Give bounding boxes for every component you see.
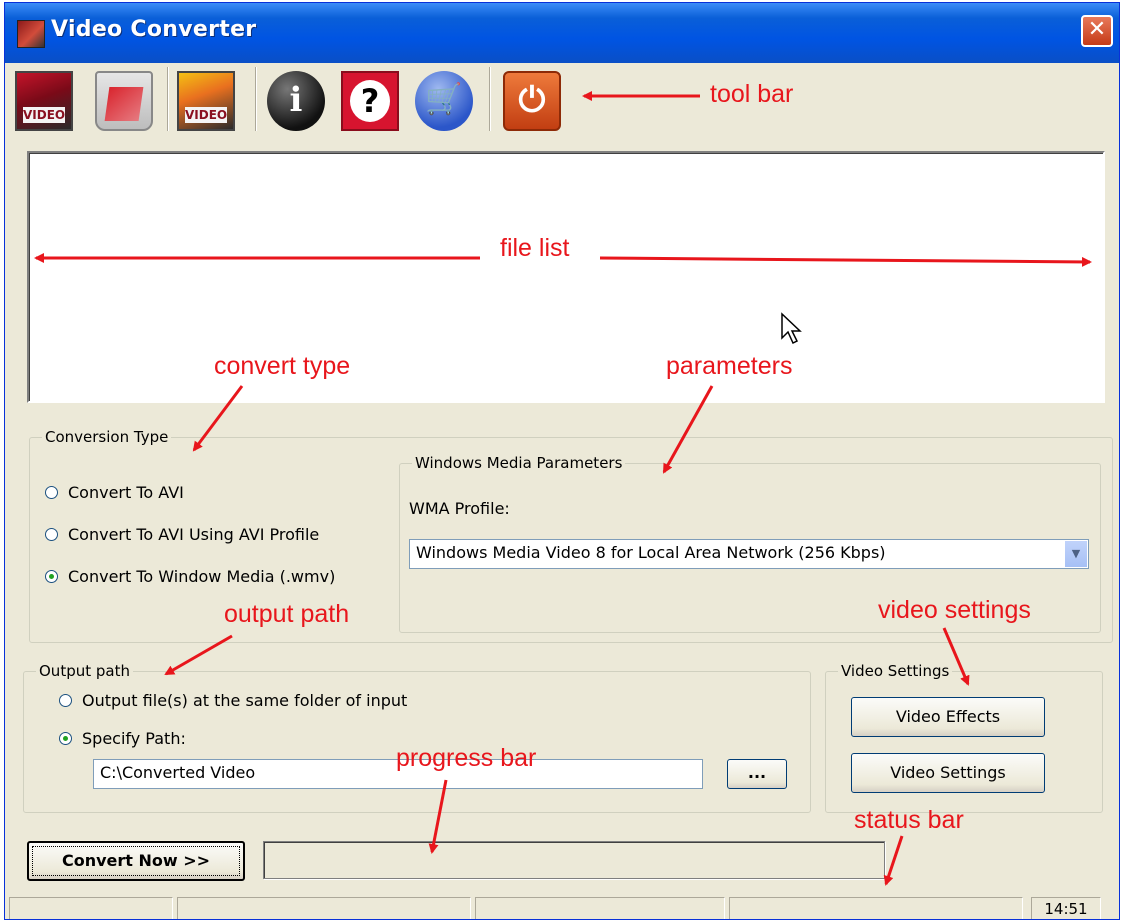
annotation-output-path: output path	[224, 600, 350, 628]
mouse-cursor-icon	[781, 312, 802, 345]
annotation-progress-bar: progress bar	[396, 744, 537, 772]
arrow-file-list-right	[599, 256, 1092, 267]
annotation-video-settings: video settings	[878, 596, 1031, 624]
annotation-status-bar: status bar	[854, 806, 964, 834]
arrow-parameters	[662, 385, 714, 474]
arrow-output-path	[164, 634, 233, 676]
annotation-parameters: parameters	[666, 352, 793, 380]
annotation-tool-bar: tool bar	[710, 80, 794, 108]
arrow-progress-bar	[428, 779, 448, 854]
arrow-video-settings	[942, 627, 970, 686]
annotation-file-list: file list	[500, 234, 570, 262]
arrow-status-bar	[883, 835, 904, 886]
arrow-convert-type	[192, 385, 244, 452]
annotation-convert-type: convert type	[214, 352, 351, 380]
annotation-arrows	[34, 91, 1092, 886]
